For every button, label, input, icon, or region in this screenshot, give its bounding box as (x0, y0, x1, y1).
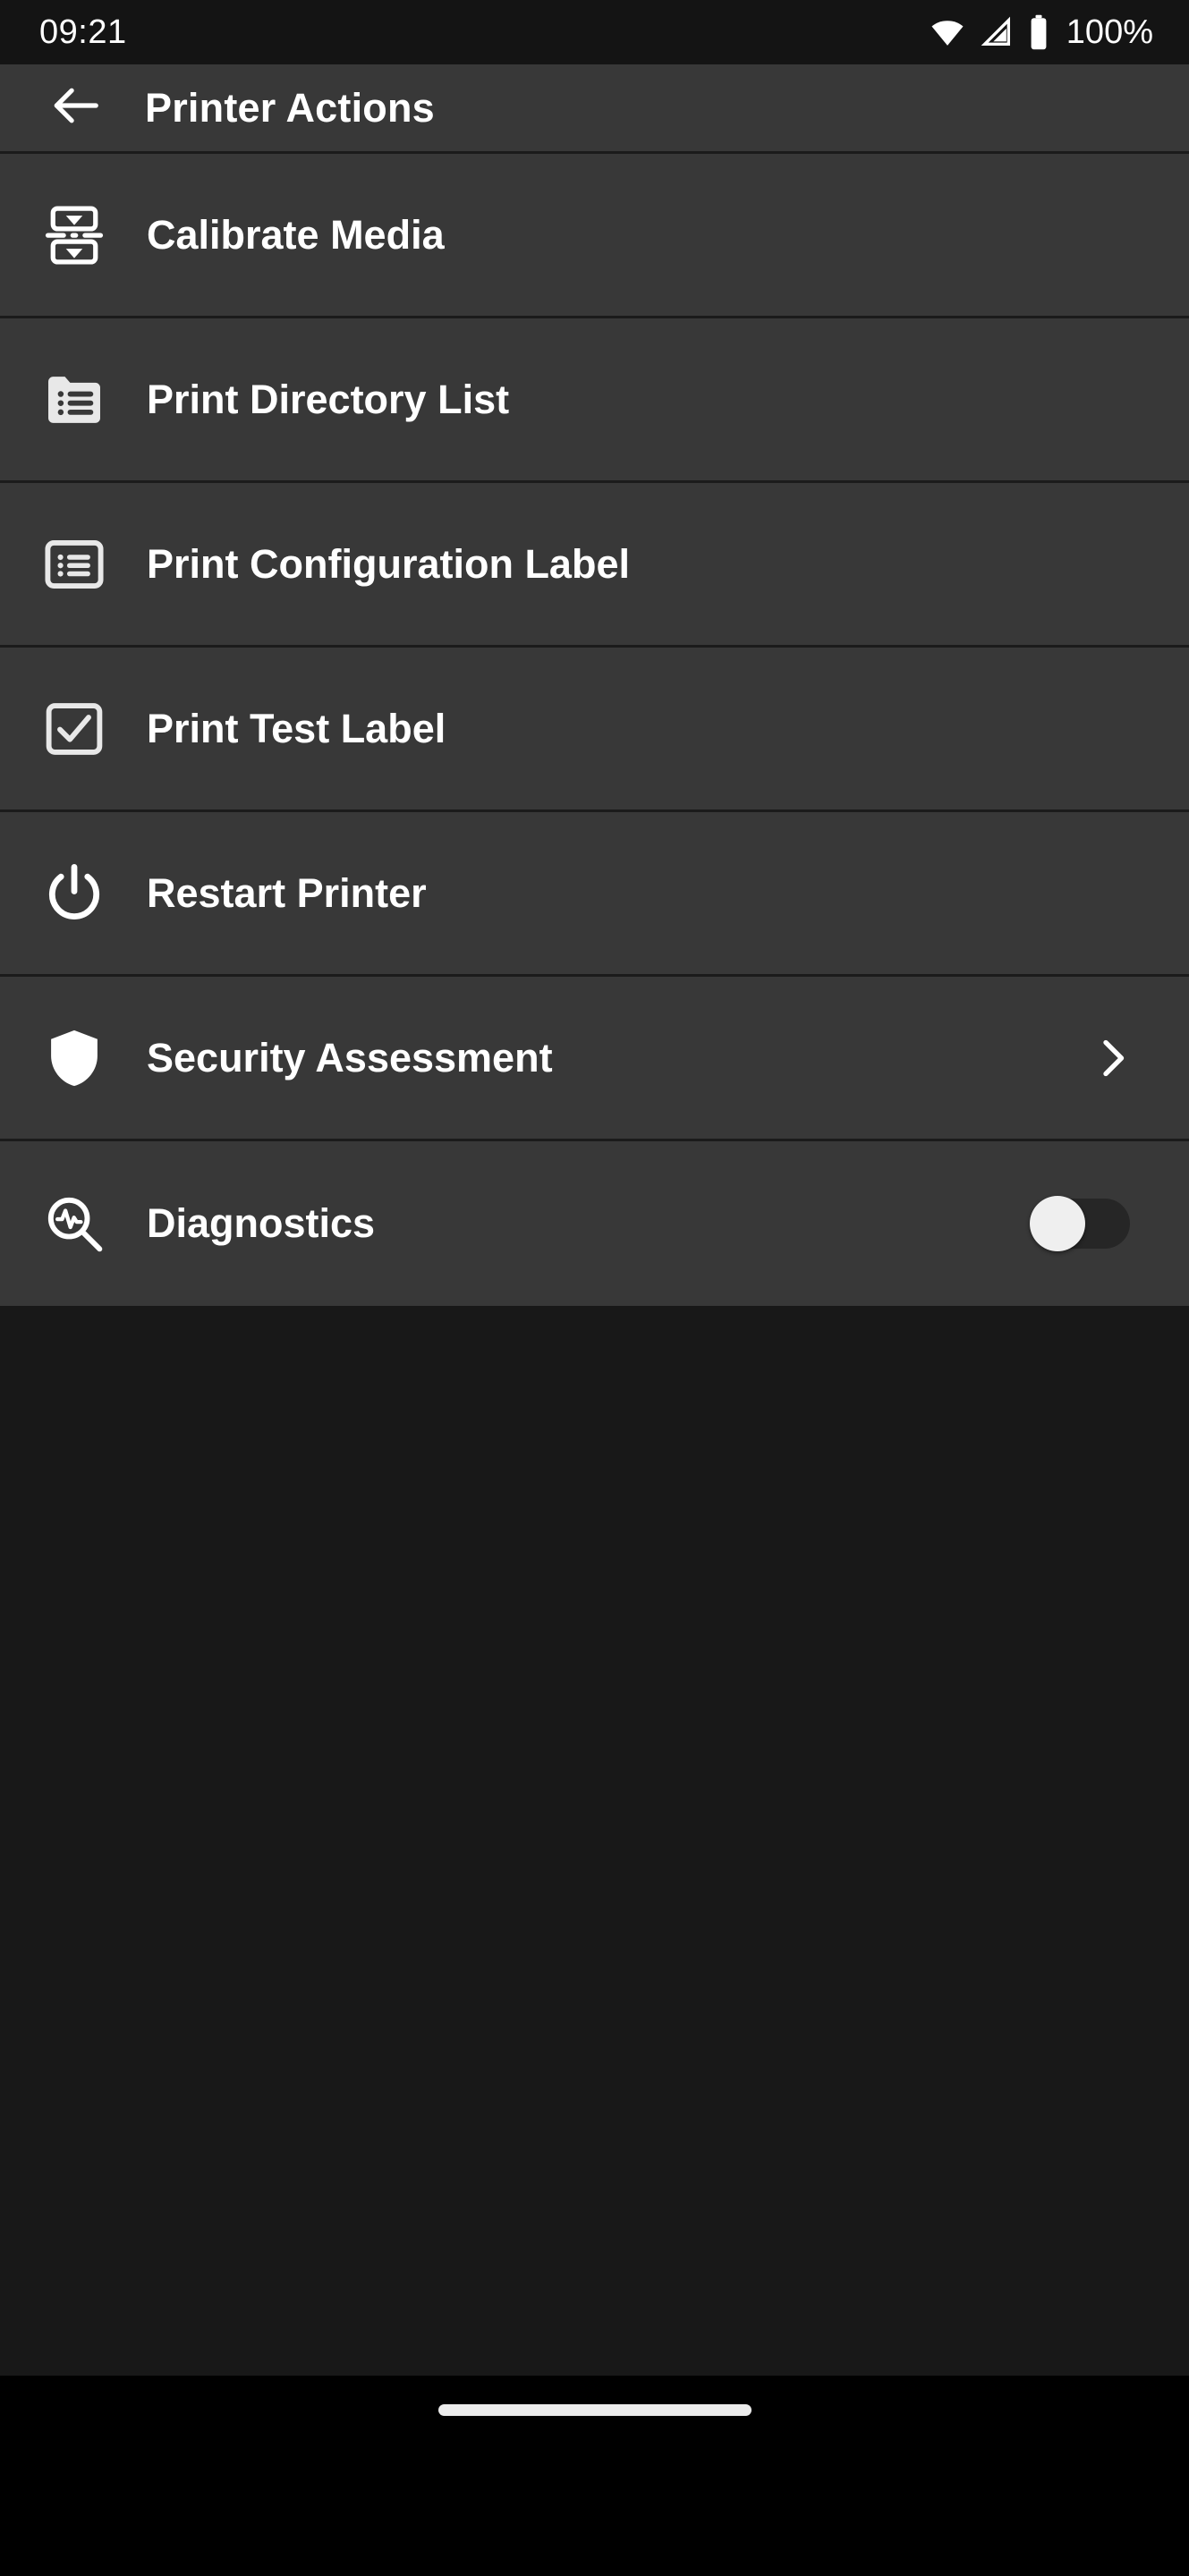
list-item-label: Print Test Label (147, 705, 446, 751)
list-item-label: Calibrate Media (147, 211, 445, 258)
cellular-signal-icon (979, 14, 1015, 50)
list-item-label: Print Directory List (147, 376, 510, 422)
app-bar: Printer Actions (0, 64, 1189, 154)
list-item-diagnostics[interactable]: Diagnostics (0, 1141, 1189, 1306)
battery-percentage: 100% (1066, 13, 1153, 51)
empty-content-area (0, 1306, 1189, 2376)
list-item-calibrate-media[interactable]: Calibrate Media (0, 154, 1189, 318)
list-item-label: Security Assessment (147, 1034, 553, 1080)
list-item-label: Print Configuration Label (147, 540, 630, 587)
status-bar: 09:21 100% (0, 0, 1189, 64)
list-item-print-test-label[interactable]: Print Test Label (0, 648, 1189, 812)
home-gesture-pill[interactable] (437, 2404, 752, 2416)
list-box-icon (39, 530, 109, 599)
calibrate-media-icon (39, 200, 109, 270)
list-item-label: Restart Printer (147, 869, 427, 916)
checkbox-checked-icon (39, 694, 109, 764)
chevron-right-icon[interactable] (1085, 1031, 1139, 1085)
list-item-label: Diagnostics (147, 1200, 376, 1246)
status-time: 09:21 (39, 13, 127, 51)
diagnostics-toggle[interactable] (1030, 1196, 1130, 1251)
status-indicators: 100% (929, 13, 1153, 52)
power-icon (39, 859, 109, 928)
page-title: Printer Actions (145, 84, 435, 131)
toggle-knob (1030, 1196, 1085, 1251)
list-item-security-assessment[interactable]: Security Assessment (0, 977, 1189, 1141)
printer-actions-list: Calibrate Media Print Directory List Pri… (0, 154, 1189, 1306)
magnifier-pulse-icon (39, 1189, 109, 1258)
arrow-left-icon (47, 78, 103, 138)
shield-icon (39, 1023, 109, 1093)
wifi-icon (929, 13, 966, 51)
list-item-print-directory-list[interactable]: Print Directory List (0, 318, 1189, 483)
list-item-print-configuration-label[interactable]: Print Configuration Label (0, 483, 1189, 648)
battery-icon (1027, 13, 1050, 51)
back-button[interactable] (43, 76, 107, 140)
folder-list-icon (39, 365, 109, 435)
system-navigation-bar (0, 2376, 1189, 2445)
list-item-restart-printer[interactable]: Restart Printer (0, 812, 1189, 977)
